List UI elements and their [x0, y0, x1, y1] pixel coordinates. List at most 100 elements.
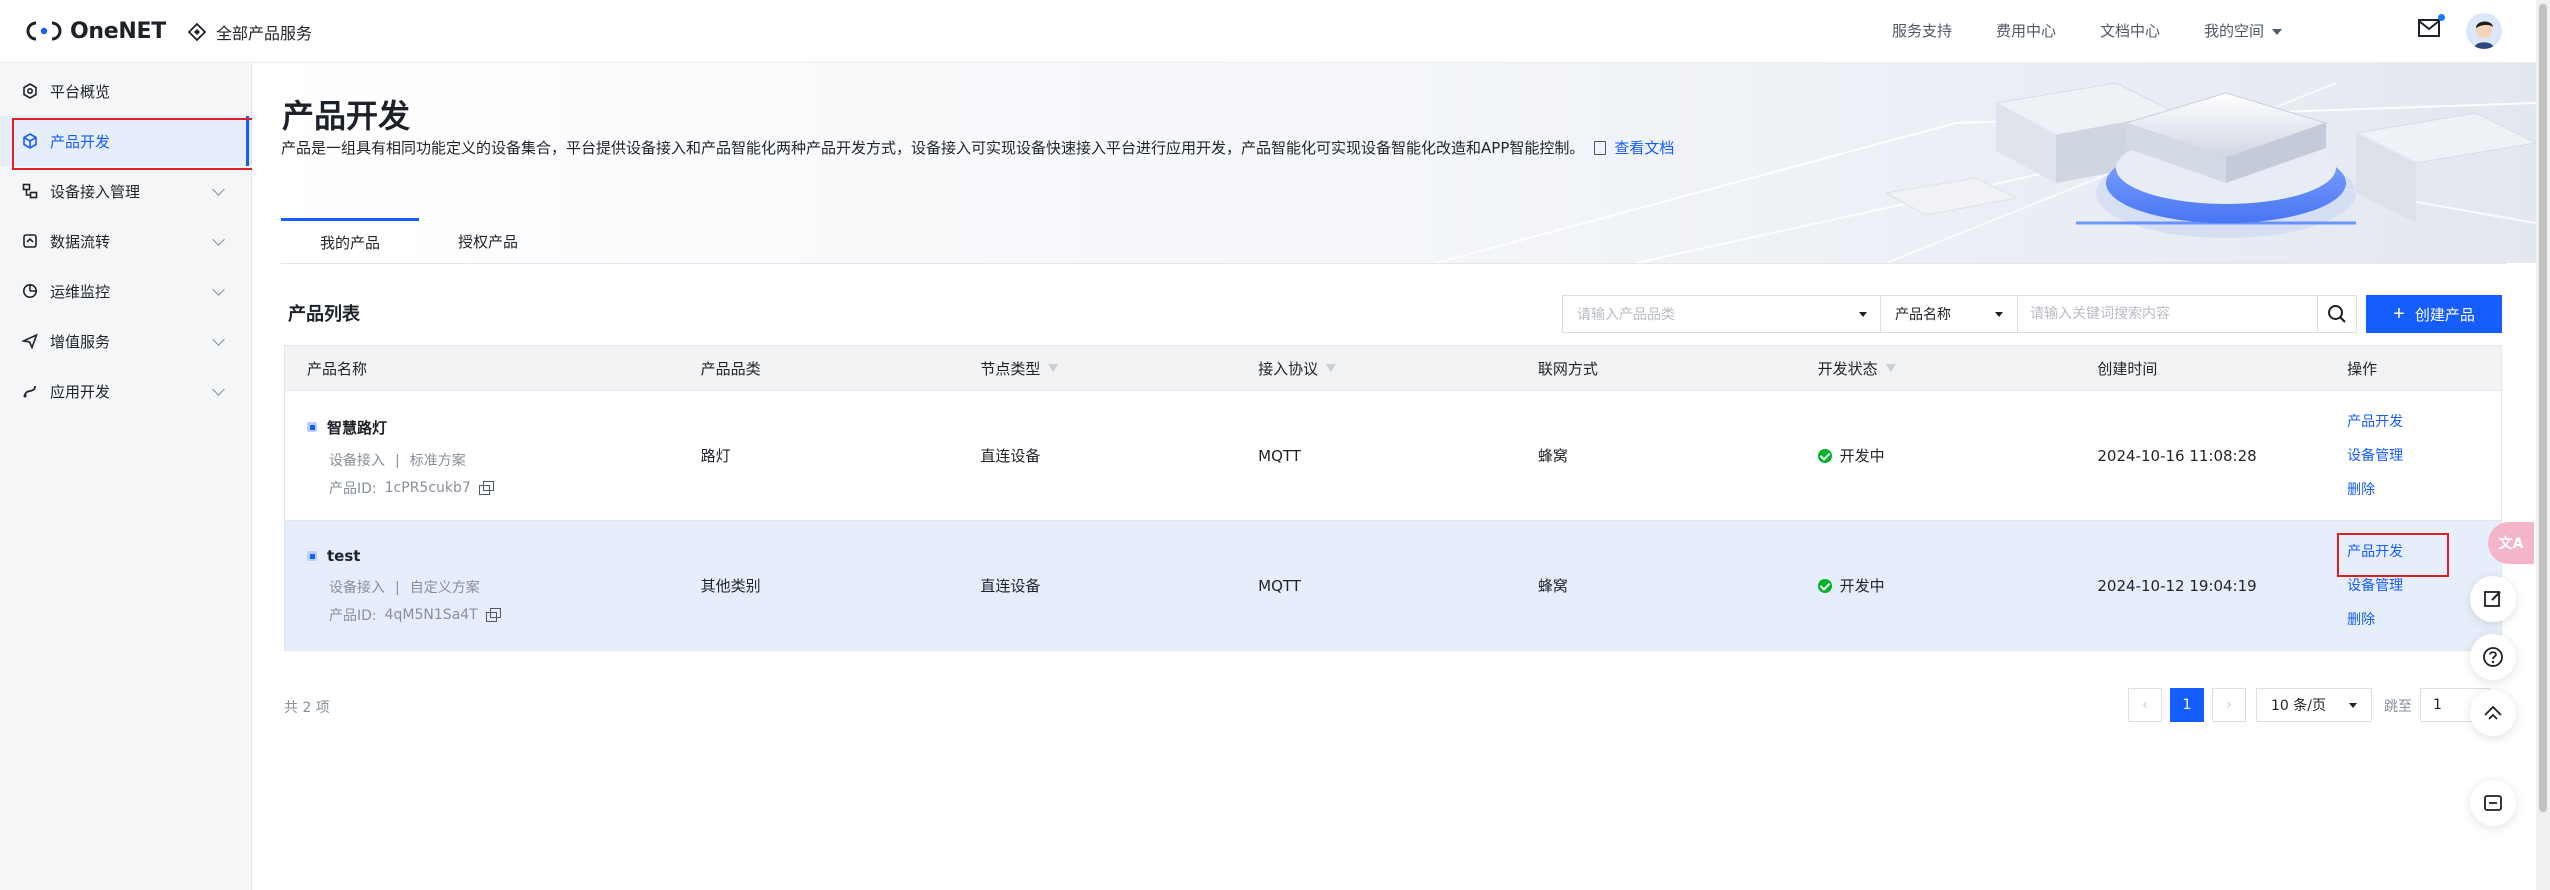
th-label: 产品名称 [307, 359, 368, 378]
status-text: 开发中 [1839, 447, 1885, 465]
th-label: 节点类型 [980, 359, 1041, 378]
feedback-button[interactable] [2470, 576, 2516, 622]
cell-network: 蜂窝 [1537, 577, 1568, 595]
keyword-search-input[interactable] [2017, 295, 2317, 333]
page-title: 产品开发 [282, 97, 411, 135]
product-name[interactable]: test [307, 547, 500, 565]
product-dev-link[interactable]: 产品开发 [2347, 411, 2403, 431]
chevron-down-icon [212, 333, 225, 346]
delete-link[interactable]: 删除 [2347, 609, 2403, 629]
top-nav: 服务支持 费用中心 文档中心 我的空间 [1892, 20, 2456, 41]
caret-down-icon [1995, 312, 2003, 317]
main-content: 产品开发 产品是一组具有相同功能定义的设备集合，平台提供设备接入和产品智能化两种… [252, 63, 2536, 890]
prev-page-button[interactable]: ‹ [2128, 688, 2162, 722]
document-icon [1594, 141, 1607, 155]
row-actions: 产品开发 设备管理 删除 [2347, 411, 2403, 499]
translate-button[interactable]: 文A [2488, 522, 2534, 564]
status-text: 开发中 [1839, 577, 1885, 595]
device-manage-link[interactable]: 设备管理 [2347, 575, 2403, 595]
th-network: 联网方式 [1538, 346, 1818, 390]
description-text: 产品是一组具有相同功能定义的设备集合，平台提供设备接入和产品智能化两种产品开发方… [281, 139, 1585, 157]
delete-link[interactable]: 删除 [2347, 479, 2403, 499]
product-id-label: 产品ID: [329, 480, 377, 497]
nav-service-support[interactable]: 服务支持 [1892, 20, 1952, 41]
translate-label: 文A [2498, 536, 2524, 552]
minus-box-icon [2484, 795, 2502, 811]
plus-icon: + [2393, 303, 2405, 325]
sidebar-item-value-added[interactable]: 增值服务 [0, 316, 251, 366]
sidebar-item-label: 平台概览 [50, 82, 111, 101]
sidebar-item-product-dev[interactable]: 产品开发 [0, 116, 254, 170]
page-banner: 产品开发 产品是一组具有相同功能定义的设备集合，平台提供设备接入和产品智能化两种… [252, 63, 2536, 263]
sidebar-item-overview[interactable]: 平台概览 [0, 66, 251, 116]
product-sub: 设备接入 | 自定义方案 [329, 577, 500, 597]
help-button[interactable] [2470, 634, 2516, 680]
th-operations: 操作 [2347, 346, 2501, 390]
th-label: 创建时间 [2097, 359, 2158, 378]
cell-protocol: MQTT [1258, 576, 1301, 595]
tab-my-products[interactable]: 我的产品 [281, 218, 419, 264]
category-select[interactable]: 请输入产品品类 [1562, 295, 1882, 333]
onenet-logo[interactable]: OneNET [24, 18, 166, 44]
table-row: 智慧路灯 设备接入 | 标准方案 产品ID: 1cPR5cukb7 路灯 直连设备 M… [285, 390, 2501, 520]
sidebar-item-app-dev[interactable]: 应用开发 [0, 366, 251, 416]
avatar-icon [2466, 13, 2502, 49]
filter-icon[interactable] [1048, 364, 1059, 372]
create-product-label: 创建产品 [2414, 306, 2475, 324]
view-docs-link[interactable]: 查看文档 [1614, 139, 1674, 157]
product-name-block: test 设备接入 | 自定义方案 产品ID: 4qM5N1Sa4T [307, 547, 501, 625]
product-id-line: 产品ID: 4qM5N1Sa4T [329, 605, 501, 625]
all-products-menu[interactable]: 全部产品服务 [188, 20, 312, 44]
nav-my-space-label: 我的空间 [2203, 22, 2264, 40]
sidebar-item-device-access[interactable]: 设备接入管理 [0, 166, 251, 216]
nav-docs-center[interactable]: 文档中心 [2100, 20, 2160, 41]
search-button[interactable] [2317, 295, 2357, 333]
diamond-icon [188, 23, 206, 41]
category-placeholder: 请输入产品品类 [1577, 307, 1675, 323]
search-icon [2328, 305, 2346, 323]
cell-dev-status: 开发中 [1817, 521, 2098, 651]
tab-authorized-products[interactable]: 授权产品 [419, 218, 557, 264]
sidebar-item-label: 设备接入管理 [50, 182, 141, 201]
product-id: 1cPR5cukb7 [384, 479, 471, 496]
plan-type: 标准方案 [409, 452, 466, 469]
device-manage-link[interactable]: 设备管理 [2347, 445, 2403, 465]
filter-icon[interactable] [1885, 364, 1896, 372]
nav-billing-center[interactable]: 费用中心 [1996, 20, 2056, 41]
caret-down-icon [2349, 703, 2357, 708]
th-label: 联网方式 [1537, 359, 1598, 378]
help-icon [2483, 647, 2503, 667]
copy-icon[interactable] [485, 608, 501, 622]
cell-category: 路灯 [700, 447, 731, 465]
copy-icon[interactable] [478, 481, 494, 495]
page-size-select[interactable]: 10 条/页 [2256, 688, 2372, 722]
page-1-button[interactable]: 1 [2170, 688, 2204, 722]
cell-operations: 产品开发 设备管理 删除 [2347, 391, 2501, 521]
tab-divider [281, 263, 2506, 264]
scrollbar-thumb[interactable] [2539, 4, 2547, 812]
sidebar: 平台概览 产品开发 设备接入管理 数据流转 运维监控 增值服务 应用开发 [0, 63, 254, 890]
next-page-button[interactable]: › [2212, 688, 2246, 722]
mail-icon[interactable] [2418, 19, 2440, 37]
product-dev-link[interactable]: 产品开发 [2337, 532, 2450, 577]
nav-my-space[interactable]: 我的空间 [2204, 20, 2282, 41]
service-button[interactable] [2470, 690, 2516, 736]
check-circle-icon [1817, 448, 1832, 463]
product-name-text: test [327, 546, 361, 565]
product-icon [307, 422, 317, 432]
user-avatar[interactable] [2466, 13, 2502, 49]
sidebar-item-ops-monitor[interactable]: 运维监控 [0, 266, 251, 316]
search-field-select[interactable]: 产品名称 [1880, 295, 2018, 333]
sidebar-item-data-flow[interactable]: 数据流转 [0, 216, 251, 266]
th-product-name: 产品名称 [285, 346, 701, 390]
th-category: 产品品类 [701, 346, 981, 390]
chevron-down-icon [212, 233, 225, 246]
product-list-title: 产品列表 [288, 304, 360, 325]
collapse-button[interactable] [2470, 780, 2516, 826]
cell-protocol: MQTT [1258, 446, 1301, 465]
filter-icon[interactable] [1326, 364, 1337, 372]
cloud-service-icon [2484, 705, 2502, 720]
th-protocol: 接入协议 [1258, 346, 1538, 390]
create-product-button[interactable]: + 创建产品 [2366, 295, 2502, 333]
product-name[interactable]: 智慧路灯 [307, 417, 493, 438]
